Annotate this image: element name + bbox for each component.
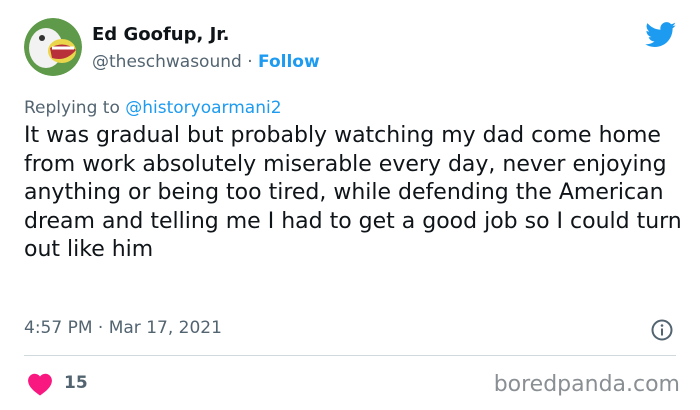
avatar[interactable] xyxy=(24,18,82,76)
handle-separator: · xyxy=(247,52,253,72)
watermark: boredpanda.com xyxy=(493,372,680,397)
follow-button[interactable]: Follow xyxy=(258,52,320,72)
info-icon[interactable] xyxy=(650,318,674,342)
like-count: 15 xyxy=(64,373,88,393)
author-display-name[interactable]: Ed Goofup, Jr. xyxy=(92,24,229,45)
twitter-bird-icon[interactable] xyxy=(645,22,677,48)
reply-mention-link[interactable]: @historyoarmani2 xyxy=(125,98,281,118)
author-handle[interactable]: @theschwasound xyxy=(92,52,242,72)
author-handle-line: @theschwasound · Follow xyxy=(92,52,320,72)
heart-icon[interactable] xyxy=(27,372,53,396)
tweet-text: It was gradual but probably watching my … xyxy=(24,123,682,262)
replying-prefix: Replying to xyxy=(24,98,120,118)
divider xyxy=(24,355,676,356)
replying-to: Replying to @historyoarmani2 xyxy=(24,98,282,118)
tweet-timestamp[interactable]: 4:57 PM · Mar 17, 2021 xyxy=(24,318,222,338)
avatar-image xyxy=(24,18,82,76)
